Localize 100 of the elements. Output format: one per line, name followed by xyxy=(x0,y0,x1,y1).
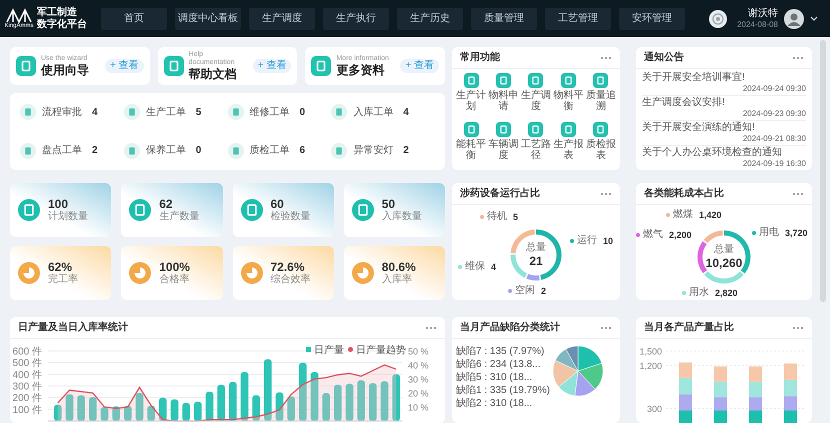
document-icon xyxy=(240,199,262,221)
notice-link[interactable]: 关于开展安全培训事宜! xyxy=(642,72,806,84)
donut-center-label: 总量 xyxy=(714,244,734,256)
work-order-count: 2 xyxy=(403,144,409,158)
axis-label: 400 件 xyxy=(12,370,42,381)
document-icon[interactable] xyxy=(20,142,36,159)
notice-time: 2024-09-19 16:30 xyxy=(742,159,806,169)
bar xyxy=(77,395,85,421)
card-title: 帮助文档 xyxy=(188,66,238,82)
function-label[interactable]: 生产计划 xyxy=(456,90,486,112)
document-icon[interactable] xyxy=(593,122,608,136)
more-icon[interactable] xyxy=(600,192,612,196)
document-icon[interactable] xyxy=(496,73,512,88)
bar xyxy=(182,402,190,421)
bar xyxy=(229,382,237,421)
legend-label: 燃气 xyxy=(643,229,663,241)
notice-time: 2024-09-23 09:30 xyxy=(742,109,806,119)
caret-icon[interactable] xyxy=(810,16,818,21)
nav-tab[interactable]: 质量管理 xyxy=(471,8,537,30)
nav-tab[interactable]: 工艺管理 xyxy=(545,8,611,30)
document-icon[interactable] xyxy=(228,142,244,159)
legend-value: 3,720 xyxy=(785,227,808,239)
document-icon[interactable] xyxy=(124,104,140,120)
document-icon[interactable] xyxy=(593,73,608,88)
function-label[interactable]: 生产调度 xyxy=(520,90,551,112)
bar xyxy=(299,362,307,421)
function-label[interactable]: 物料申请 xyxy=(488,90,519,112)
more-icon[interactable] xyxy=(600,56,612,60)
axis-label: 1,500 xyxy=(639,346,662,356)
function-label[interactable]: 生产报表 xyxy=(553,138,584,160)
document-icon[interactable] xyxy=(331,142,348,159)
document-icon[interactable] xyxy=(528,122,544,136)
axis-label: 40 % xyxy=(408,360,429,370)
more-icon[interactable] xyxy=(792,56,804,60)
document-icon[interactable] xyxy=(464,73,479,88)
document-icon[interactable] xyxy=(331,104,348,120)
axis-label: 100 件 xyxy=(12,404,42,416)
function-label[interactable]: 质检报表 xyxy=(586,138,616,160)
document-icon[interactable] xyxy=(228,104,244,120)
bar xyxy=(252,395,260,421)
bar xyxy=(714,366,727,382)
nav-tab[interactable]: 调度中心看板 xyxy=(175,8,241,30)
bar xyxy=(100,407,108,421)
donut-chart-drawing xyxy=(698,230,750,284)
bar xyxy=(217,384,225,421)
bar xyxy=(369,383,377,421)
function-label[interactable]: 工艺路径 xyxy=(520,138,551,160)
scrollbar[interactable] xyxy=(820,40,826,302)
document-icon[interactable] xyxy=(560,73,576,88)
function-label[interactable]: 车辆调度 xyxy=(488,138,519,160)
work-order-count: 5 xyxy=(196,106,202,120)
document-icon xyxy=(311,56,332,76)
document-icon[interactable] xyxy=(464,122,479,136)
axis-label: 20 % xyxy=(408,388,429,398)
function-label[interactable]: 物料平衡 xyxy=(553,90,584,112)
document-icon[interactable] xyxy=(496,122,512,136)
bar xyxy=(714,410,727,423)
legend-label: 待机 xyxy=(487,211,507,223)
target-icon[interactable] xyxy=(709,10,728,28)
nav-tab[interactable]: 首页 xyxy=(101,8,167,30)
bar xyxy=(749,410,762,423)
function-label[interactable]: 能耗平衡 xyxy=(456,138,486,160)
document-icon[interactable] xyxy=(124,142,140,159)
nav-tab[interactable]: 生产调度 xyxy=(249,8,315,30)
nav-tab[interactable]: 生产执行 xyxy=(323,8,389,30)
work-order-label: 入库工单 xyxy=(353,106,394,120)
notice-link[interactable]: 生产调度会议安排! xyxy=(642,97,806,109)
work-order-label: 流程审批 xyxy=(42,106,82,120)
more-icon[interactable] xyxy=(792,192,804,196)
document-icon[interactable] xyxy=(528,73,544,88)
more-icon[interactable] xyxy=(600,326,612,330)
more-icon[interactable] xyxy=(425,326,437,330)
stat-value: 100% xyxy=(159,260,190,274)
pie-chart-drawing xyxy=(552,346,604,396)
function-label[interactable]: 质量追溯 xyxy=(586,90,616,112)
document-icon[interactable] xyxy=(560,122,576,136)
legend-label: 燃煤 xyxy=(673,209,693,221)
bar xyxy=(322,393,330,421)
nav-tab[interactable]: 生产历史 xyxy=(397,8,463,30)
stat-label: 完工率 xyxy=(48,274,78,286)
work-order-label: 维修工单 xyxy=(250,106,290,120)
app-title: 军工制造 数字化平台 xyxy=(37,6,88,30)
work-order-label: 异常安灯 xyxy=(353,144,394,158)
bar xyxy=(679,362,692,378)
legend-value: 2,820 xyxy=(715,287,738,299)
user-date: 2024-08-08 xyxy=(737,20,778,30)
avatar-icon[interactable] xyxy=(784,8,804,28)
document-icon[interactable] xyxy=(20,104,36,120)
work-order-label: 盘点工单 xyxy=(42,144,82,158)
stat-label: 入库数量 xyxy=(382,211,422,223)
legend-value: 2,200 xyxy=(669,229,692,241)
bar xyxy=(206,392,214,421)
logo-icon xyxy=(6,8,32,23)
notice-link[interactable]: 关于个人办公桌环境检查的通知 xyxy=(642,147,806,159)
bar xyxy=(380,381,388,421)
notice-link[interactable]: 关于开展安全演练的通知! xyxy=(642,122,806,134)
more-icon[interactable] xyxy=(792,326,804,330)
stat-label: 计划数量 xyxy=(48,211,88,223)
pie-icon xyxy=(352,262,374,284)
nav-tab[interactable]: 安环管理 xyxy=(619,8,685,30)
